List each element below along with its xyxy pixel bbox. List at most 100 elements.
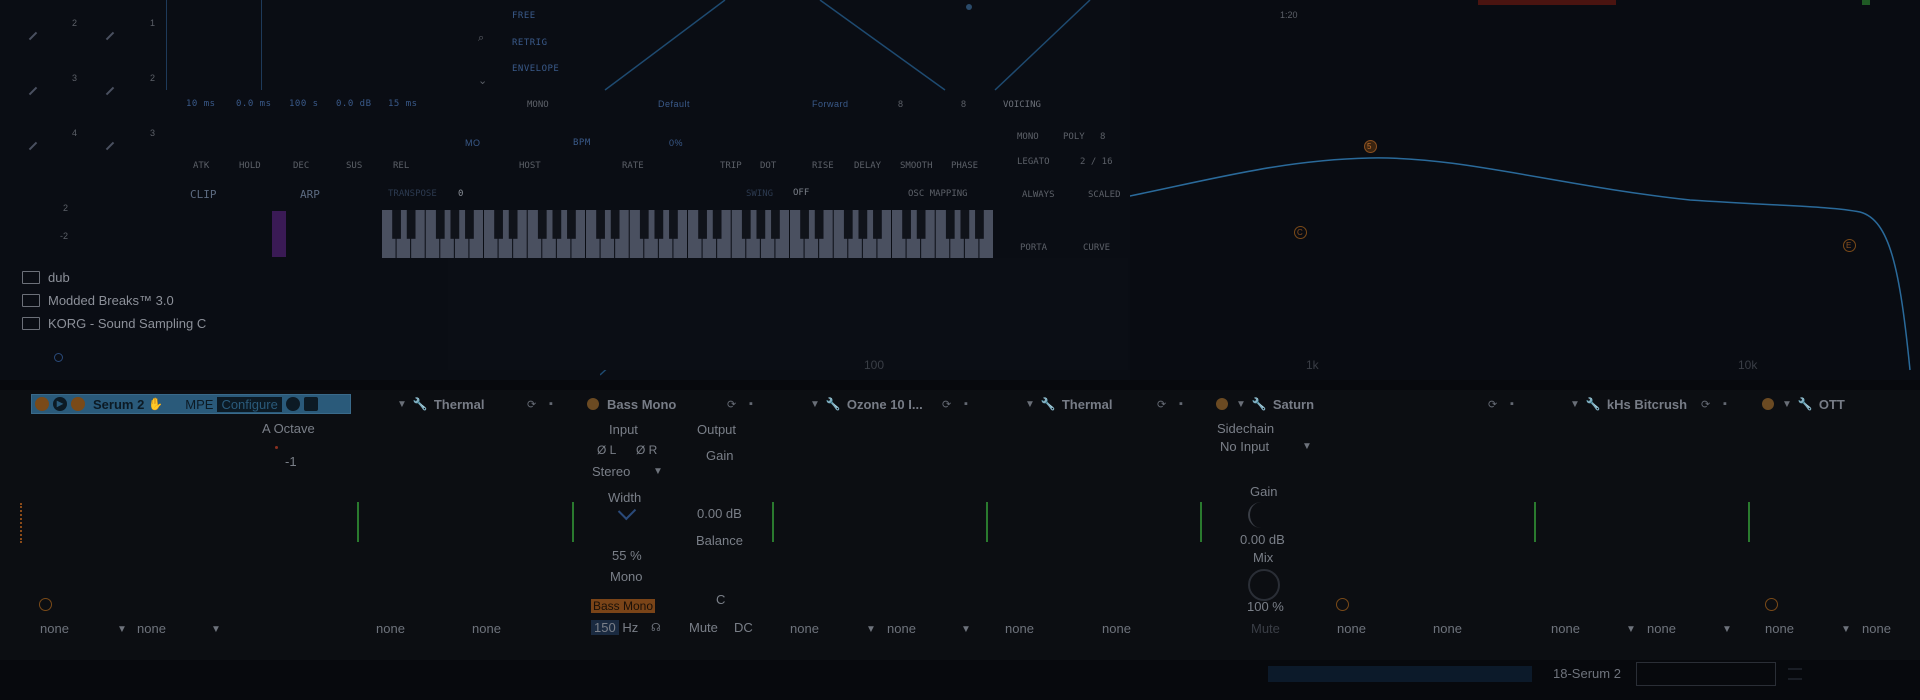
macro-label[interactable]: none — [376, 621, 405, 636]
chevron-down-icon[interactable]: ▼ — [961, 624, 971, 635]
wrench-icon[interactable]: 🔧 — [826, 397, 841, 411]
piano-black-key[interactable] — [771, 210, 780, 239]
piano-black-key[interactable] — [814, 210, 824, 239]
chevron-down-icon[interactable]: ▼ — [866, 624, 876, 635]
piano-black-key[interactable] — [873, 210, 882, 239]
serum-device-header[interactable]: ▶ Serum 2 ✋ MPE Configure — [31, 394, 351, 414]
chevron-down-icon[interactable]: ▼ — [1841, 624, 1851, 635]
piano-black-key[interactable] — [858, 210, 868, 239]
wrench-icon[interactable]: 🔧 — [1041, 397, 1056, 411]
chevron-down-icon[interactable]: ▼ — [1626, 624, 1636, 635]
save-icon[interactable]: ▪ — [964, 398, 968, 410]
piano-black-key[interactable] — [756, 210, 766, 239]
piano-keyboard[interactable] — [382, 210, 994, 258]
macro-label[interactable]: none — [1647, 621, 1676, 636]
mix-knob[interactable] — [1248, 569, 1280, 601]
freq-field[interactable]: 150 Hz — [591, 620, 638, 635]
voicing-legato-value[interactable]: 2 / 16 — [1080, 157, 1113, 167]
refresh-icon[interactable] — [285, 397, 300, 411]
chevron-down-icon[interactable]: ▼ — [117, 624, 127, 635]
macro-label[interactable]: none — [790, 621, 819, 636]
piano-black-key[interactable] — [392, 210, 401, 239]
piano-black-key[interactable] — [975, 210, 984, 239]
ott-device-header[interactable]: ▼ 🔧 OTT — [1762, 391, 1845, 417]
thermal-device-header[interactable]: ▼ 🔧 Thermal — [1025, 391, 1112, 417]
arp-level-bar[interactable] — [272, 211, 286, 257]
power-icon[interactable] — [587, 398, 599, 410]
knob[interactable] — [28, 31, 38, 41]
swing-value[interactable]: OFF — [793, 188, 809, 198]
eq-display[interactable]: 1:20 5 C E — [1130, 0, 1920, 380]
serum-param-value[interactable]: -1 — [285, 454, 297, 469]
headphones-icon[interactable]: ☊ — [651, 621, 661, 634]
status-input[interactable] — [1636, 662, 1776, 686]
chevron-down-icon[interactable]: ▼ — [211, 624, 221, 635]
mute-toggle[interactable]: Mute — [689, 620, 718, 635]
piano-black-key[interactable] — [567, 210, 576, 239]
save-icon[interactable]: ▪ — [1723, 398, 1727, 410]
clip-tab[interactable]: CLIP — [190, 188, 217, 201]
lfo-preset[interactable]: Default — [658, 99, 690, 109]
saturn-mute-toggle[interactable]: Mute — [1251, 621, 1280, 636]
macro-label[interactable]: none — [1102, 621, 1131, 636]
browser-item[interactable]: KORG - Sound Sampling C — [22, 316, 206, 331]
lfo-shape-display[interactable] — [600, 0, 1100, 100]
transpose-value[interactable]: 0 — [458, 189, 463, 199]
saturn-gain-value[interactable]: 0.00 dB — [1240, 532, 1285, 547]
piano-black-key[interactable] — [450, 210, 460, 239]
menu-icon[interactable] — [1788, 668, 1802, 680]
ozone-device-header[interactable]: ▼ 🔧 Ozone 10 I... — [810, 391, 923, 417]
dc-toggle[interactable]: DC — [734, 620, 753, 635]
collapse-icon[interactable]: ▼ — [1782, 399, 1792, 410]
chevron-down-icon[interactable]: ▼ — [653, 466, 663, 477]
sidechain-select[interactable]: No Input — [1220, 439, 1269, 454]
collapse-icon[interactable]: ▼ — [1236, 399, 1246, 410]
macro-label[interactable]: none — [137, 621, 166, 636]
save-icon[interactable]: ▪ — [1179, 398, 1183, 410]
bass-mono-badge[interactable]: Bass Mono — [591, 599, 656, 613]
power-icon[interactable] — [35, 397, 49, 411]
piano-black-key[interactable] — [406, 210, 416, 239]
phase-l-toggle[interactable]: Ø L — [597, 443, 616, 457]
save-icon[interactable]: ▪ — [549, 398, 553, 410]
macro-knob[interactable] — [1336, 598, 1349, 611]
refresh-icon[interactable]: ⟳ — [527, 398, 536, 411]
macro-label[interactable]: none — [1551, 621, 1580, 636]
piano-black-key[interactable] — [596, 210, 605, 239]
power-icon[interactable] — [1762, 398, 1774, 410]
refresh-icon[interactable]: ⟳ — [1488, 398, 1497, 411]
mix-value[interactable]: 100 % — [1247, 599, 1284, 614]
lfo-bpm-label[interactable]: BPM — [573, 138, 591, 148]
lfo-rate-a[interactable]: 8 — [898, 99, 903, 109]
lfo-free-label[interactable]: FREE — [512, 11, 536, 21]
macro-label[interactable]: none — [1765, 621, 1794, 636]
lfo-retrig-label[interactable]: RETRIG — [512, 38, 548, 48]
chevron-down-icon[interactable]: ▼ — [1302, 441, 1312, 452]
piano-black-key[interactable] — [698, 210, 707, 239]
configure-button[interactable]: Configure — [217, 396, 282, 412]
wrench-icon[interactable]: 🔧 — [1798, 397, 1813, 411]
collapse-icon[interactable]: ▼ — [1025, 399, 1035, 410]
collapse-icon[interactable]: ▼ — [810, 399, 820, 410]
saturn-device-header[interactable]: ▼ 🔧 Saturn — [1216, 391, 1314, 417]
voicing-always[interactable]: ALWAYS — [1022, 190, 1055, 200]
macro-label[interactable]: none — [472, 621, 501, 636]
width-value[interactable]: 55 % — [612, 548, 642, 563]
search-icon[interactable]: ⌕ — [478, 32, 484, 45]
edit-icon[interactable] — [71, 397, 85, 411]
piano-black-key[interactable] — [669, 210, 678, 239]
piano-black-key[interactable] — [465, 210, 474, 239]
voicing-poly[interactable]: POLY — [1063, 132, 1085, 142]
save-icon[interactable]: ▪ — [749, 398, 753, 410]
freq-value[interactable]: 150 — [591, 620, 619, 635]
refresh-icon[interactable]: ⟳ — [1701, 398, 1710, 411]
voicing-scaled[interactable]: SCALED — [1088, 190, 1121, 200]
piano-black-key[interactable] — [654, 210, 664, 239]
collapse-icon[interactable]: ▼ — [1570, 399, 1580, 410]
piano-black-key[interactable] — [945, 210, 955, 239]
refresh-icon[interactable]: ⟳ — [942, 398, 951, 411]
knob[interactable] — [28, 141, 38, 151]
voicing-legato[interactable]: LEGATO — [1017, 157, 1050, 167]
macro-knob[interactable] — [39, 598, 52, 611]
hand-icon[interactable]: ✋ — [148, 397, 163, 411]
